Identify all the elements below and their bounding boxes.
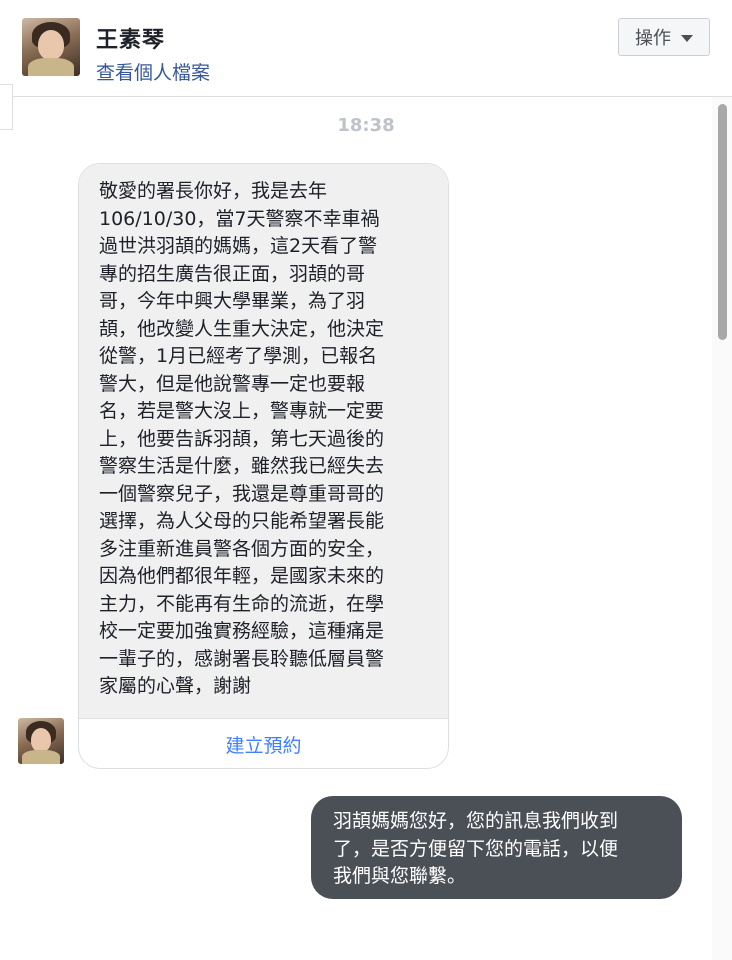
- avatar-face: [38, 30, 64, 60]
- actions-dropdown-button[interactable]: 操作: [618, 18, 710, 56]
- message-line: 專的招生廣告很正面，羽頡的哥: [99, 262, 366, 285]
- message-line: 因為他們都很年輕，是國家未來的: [99, 565, 385, 587]
- message-line: 警大，但是他說警專一定也要報: [99, 372, 366, 395]
- scrollbar-thumb[interactable]: [718, 104, 727, 340]
- message-line: 頡，他改變人生重大決定，他決定: [99, 317, 385, 340]
- contact-name[interactable]: 王素琴: [96, 22, 165, 54]
- incoming-message-bubble: 敬愛的署長你好，我是去年 106/10/30，當7天警察不幸車禍 過世洪羽頡的媽媽，…: [78, 163, 449, 769]
- avatar-shirt: [28, 58, 74, 76]
- outgoing-message-bubble: 羽頡媽媽您好，您的訊息我們收到 了，是否方便留下您的電話，以便 我們與您聯繫。: [311, 796, 682, 899]
- message-line: 我們與您聯繫。: [333, 865, 467, 887]
- incoming-message-body: 敬愛的署長你好，我是去年 106/10/30，當7天警察不幸車禍 過世洪羽頡的媽媽，…: [79, 164, 448, 718]
- contact-avatar[interactable]: [22, 18, 80, 76]
- message-line: 106/10/30，當7天警察不幸車禍: [99, 207, 380, 230]
- message-line: 過世洪羽頡的媽媽，這2天看了警: [99, 235, 378, 257]
- avatar-face: [31, 728, 51, 752]
- message-line: 選擇，為人父母的只能希望署長能: [99, 510, 385, 532]
- message-line: 家屬的心聲，謝謝: [99, 675, 252, 697]
- message-line: 哥，今年中興大學畢業，為了羽: [99, 290, 366, 312]
- sender-avatar[interactable]: [18, 718, 64, 764]
- caret-down-icon: [681, 35, 693, 42]
- incoming-message-text: 敬愛的署長你好，我是去年 106/10/30，當7天警察不幸車禍 過世洪羽頡的媽媽，…: [99, 178, 430, 701]
- message-line: 從警，1月已經考了學測，已報名: [99, 345, 378, 367]
- message-line: 一個警察兒子，我還是尊重哥哥的: [99, 482, 385, 505]
- message-line: 敬愛的署長你好，我是去年: [99, 180, 328, 202]
- message-line: 主力，不能再有生命的流逝，在學: [99, 592, 385, 615]
- message-line: 名，若是警大沒上，警專就一定要: [99, 400, 385, 422]
- avatar-shirt: [22, 750, 60, 764]
- message-line: 一輩子的，感謝署長聆聽低層員警: [99, 647, 385, 670]
- message-line: 校一定要加強實務經驗，這種痛是: [99, 620, 385, 642]
- message-line: 羽頡媽媽您好，您的訊息我們收到: [333, 810, 619, 832]
- actions-label: 操作: [635, 28, 671, 49]
- message-timestamp: 18:38: [337, 115, 395, 136]
- message-line: 警察生活是什麼，雖然我已經失去: [99, 455, 385, 477]
- conversation-header: 王素琴 查看個人檔案 操作: [0, 0, 732, 97]
- outgoing-message-text: 羽頡媽媽您好，您的訊息我們收到 了，是否方便留下您的電話，以便 我們與您聯繫。: [333, 808, 664, 891]
- view-profile-link[interactable]: 查看個人檔案: [96, 58, 210, 85]
- message-line: 了，是否方便留下您的電話，以便: [333, 837, 619, 860]
- message-line: 上，他要告訴羽頡，第七天過後的: [99, 427, 385, 450]
- create-appointment-button[interactable]: 建立預約: [79, 719, 448, 768]
- message-line: 多注重新進員警各個方面的安全，: [99, 537, 385, 560]
